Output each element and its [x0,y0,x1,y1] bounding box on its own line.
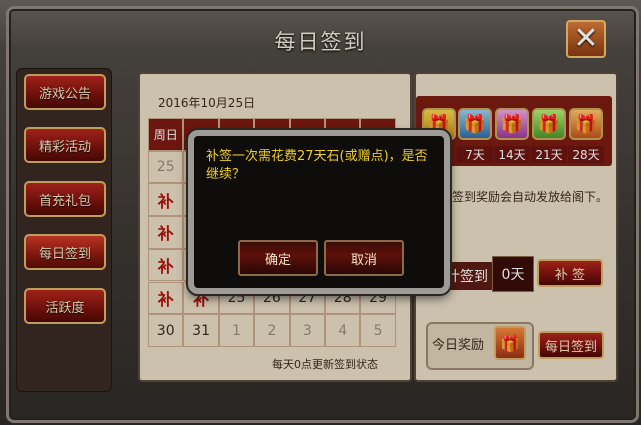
confirm-button[interactable]: 确定 [238,240,318,276]
makeup-confirm-dialog: 补签一次需花费27天石(或赠点)，是否继续？ 确定 取消 [188,130,450,294]
dialog-message: 补签一次需花费27天石(或赠点)，是否继续？ [206,149,428,182]
cancel-button[interactable]: 取消 [324,240,404,276]
game-window: 每日签到 ✕ 游戏公告 精彩活动 首充礼包 每日签到 活跃度 2016年10月2… [0,0,641,425]
